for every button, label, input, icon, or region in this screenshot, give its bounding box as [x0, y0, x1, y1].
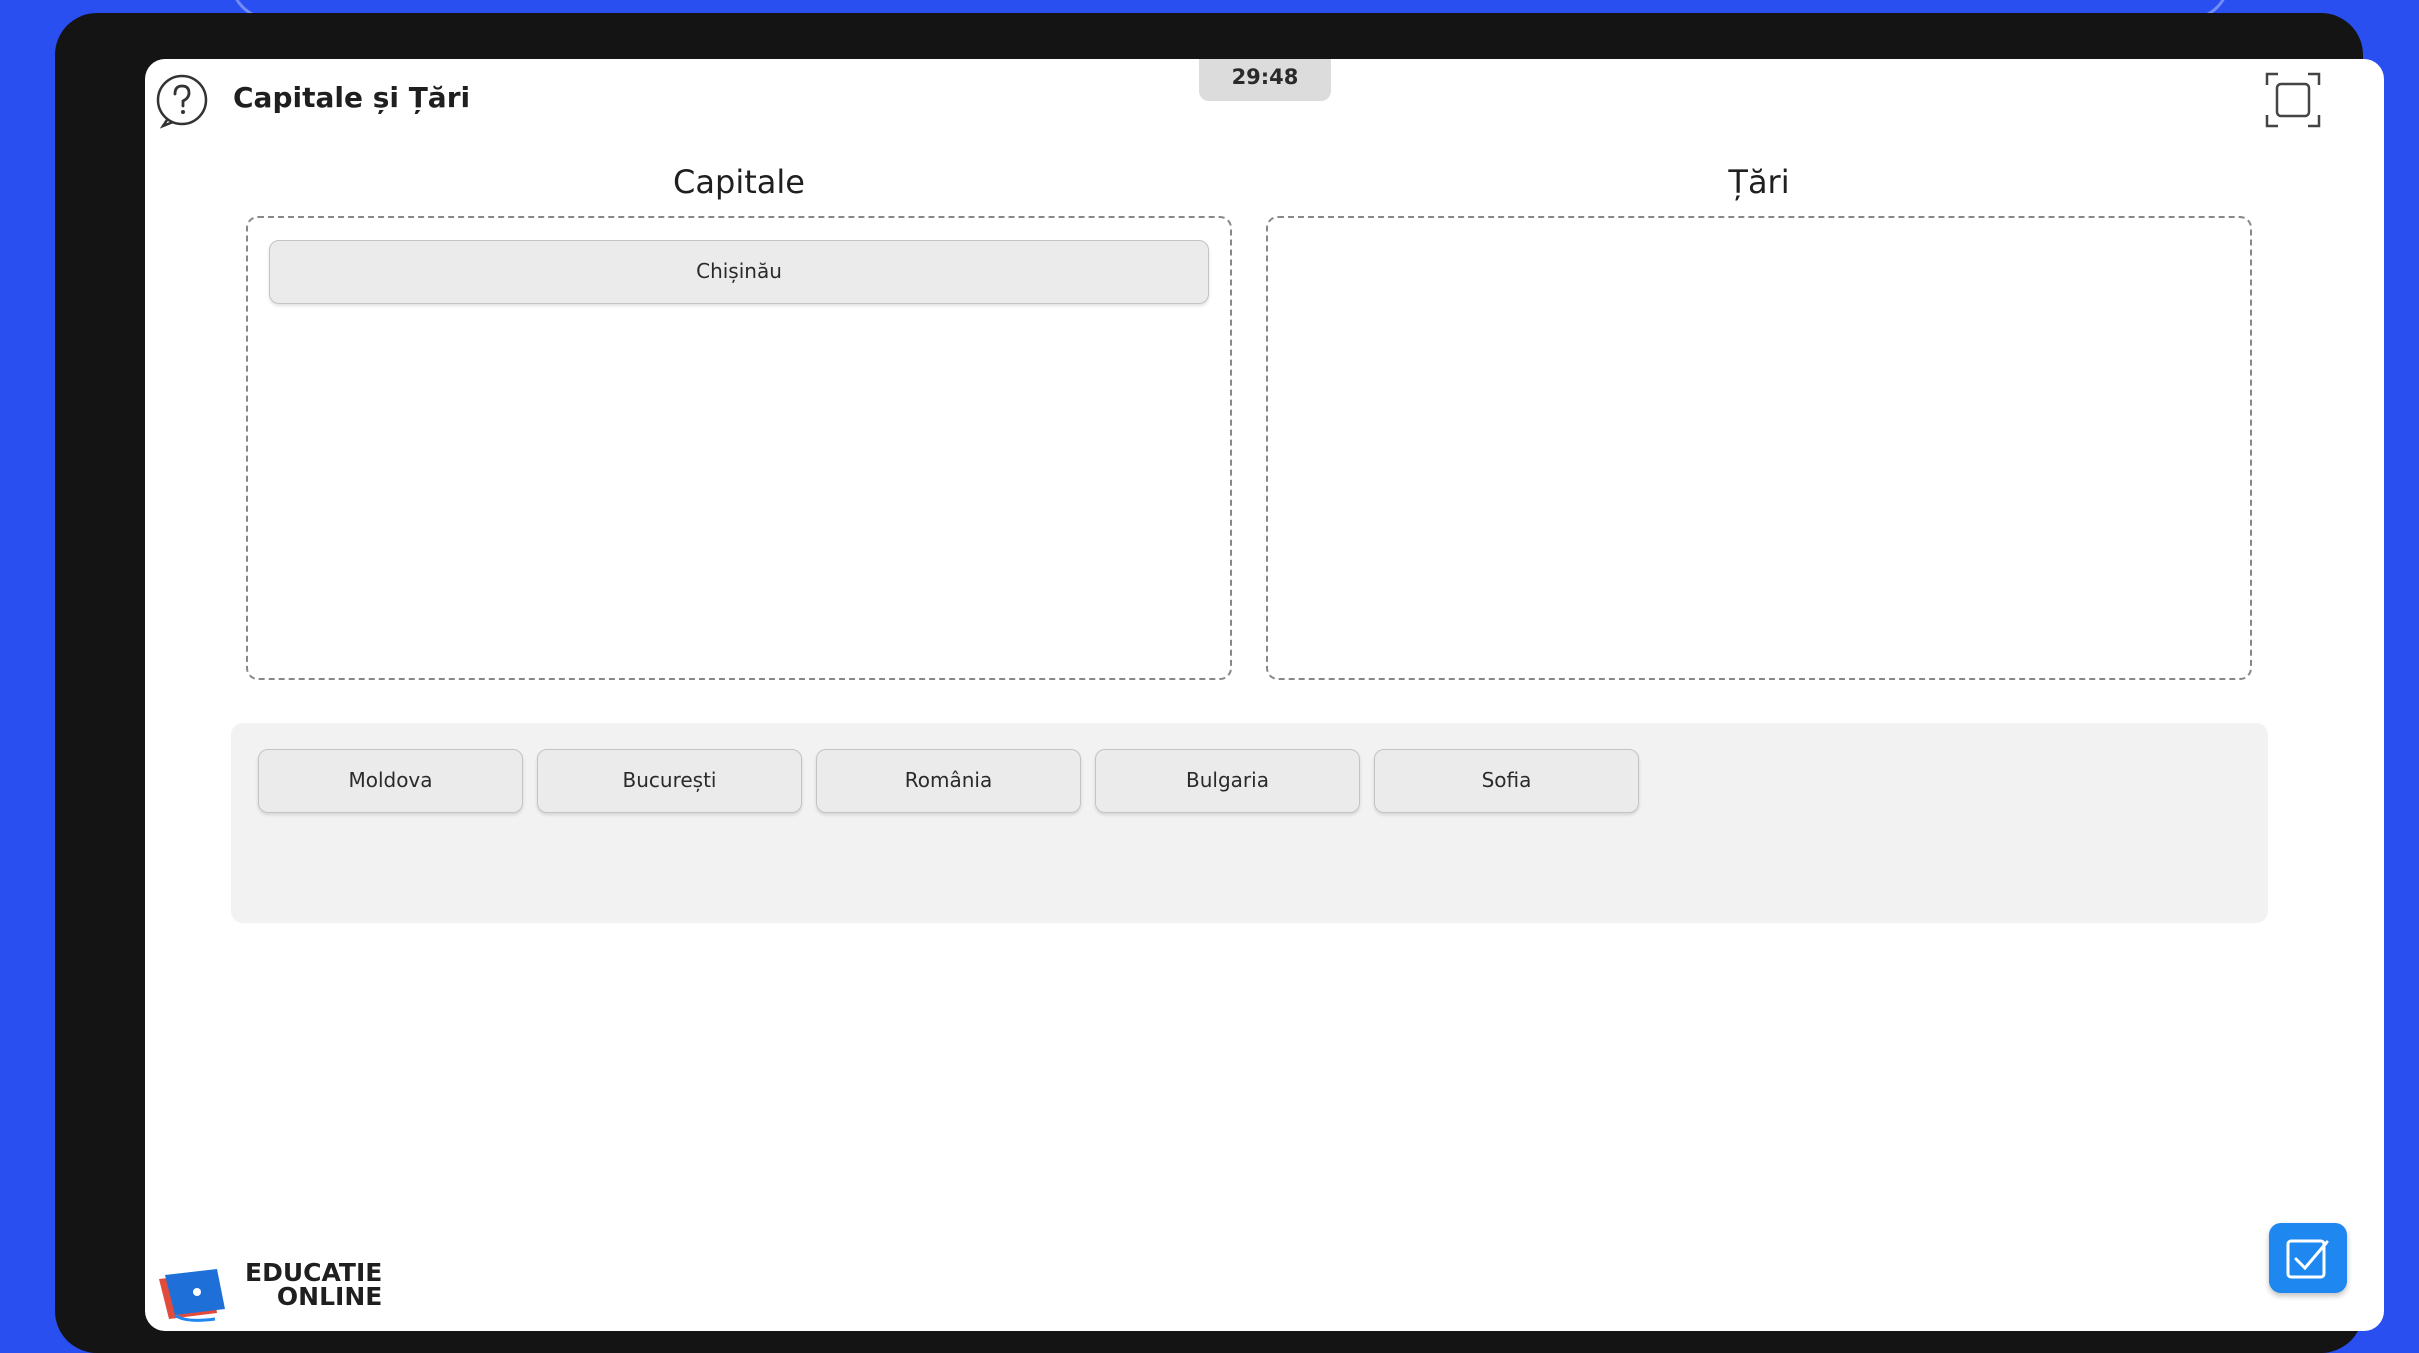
question-circle-icon[interactable] — [153, 72, 211, 130]
app-title: Capitale și Țări — [233, 81, 471, 114]
logo-line-2: ONLINE — [276, 1282, 383, 1311]
column-title-tari: Țări — [1728, 163, 1790, 201]
card-sofia[interactable]: Sofia — [1374, 749, 1639, 813]
checkmark-square-icon — [2286, 1239, 2329, 1279]
logo-text: EDUCATIE ONLINE — [245, 1260, 383, 1311]
dropzone-capitale[interactable]: Chișinău — [246, 216, 1232, 680]
dropzone-tari[interactable] — [1266, 216, 2252, 680]
educatie-online-logo: EDUCATIE ONLINE — [155, 1257, 395, 1327]
card-pool: Moldova București România Bulgaria Sofia — [231, 723, 2268, 923]
column-title-capitale: Capitale — [673, 163, 805, 201]
card-romania[interactable]: România — [816, 749, 1081, 813]
timer: 29:48 — [1199, 59, 1331, 101]
tablet-frame: Capitale și Țări 29:48 Capitale Țări Chi… — [55, 13, 2384, 1353]
card-moldova[interactable]: Moldova — [258, 749, 523, 813]
app-screen: Capitale și Țări 29:48 Capitale Țări Chi… — [145, 59, 2384, 1331]
placed-card-chisinau[interactable]: Chișinău — [269, 240, 1209, 304]
laptop-logo-icon — [159, 1269, 225, 1322]
fullscreen-icon[interactable] — [2264, 71, 2322, 129]
card-bucuresti[interactable]: București — [537, 749, 802, 813]
card-bulgaria[interactable]: Bulgaria — [1095, 749, 1360, 813]
check-answers-button[interactable] — [2269, 1223, 2347, 1293]
